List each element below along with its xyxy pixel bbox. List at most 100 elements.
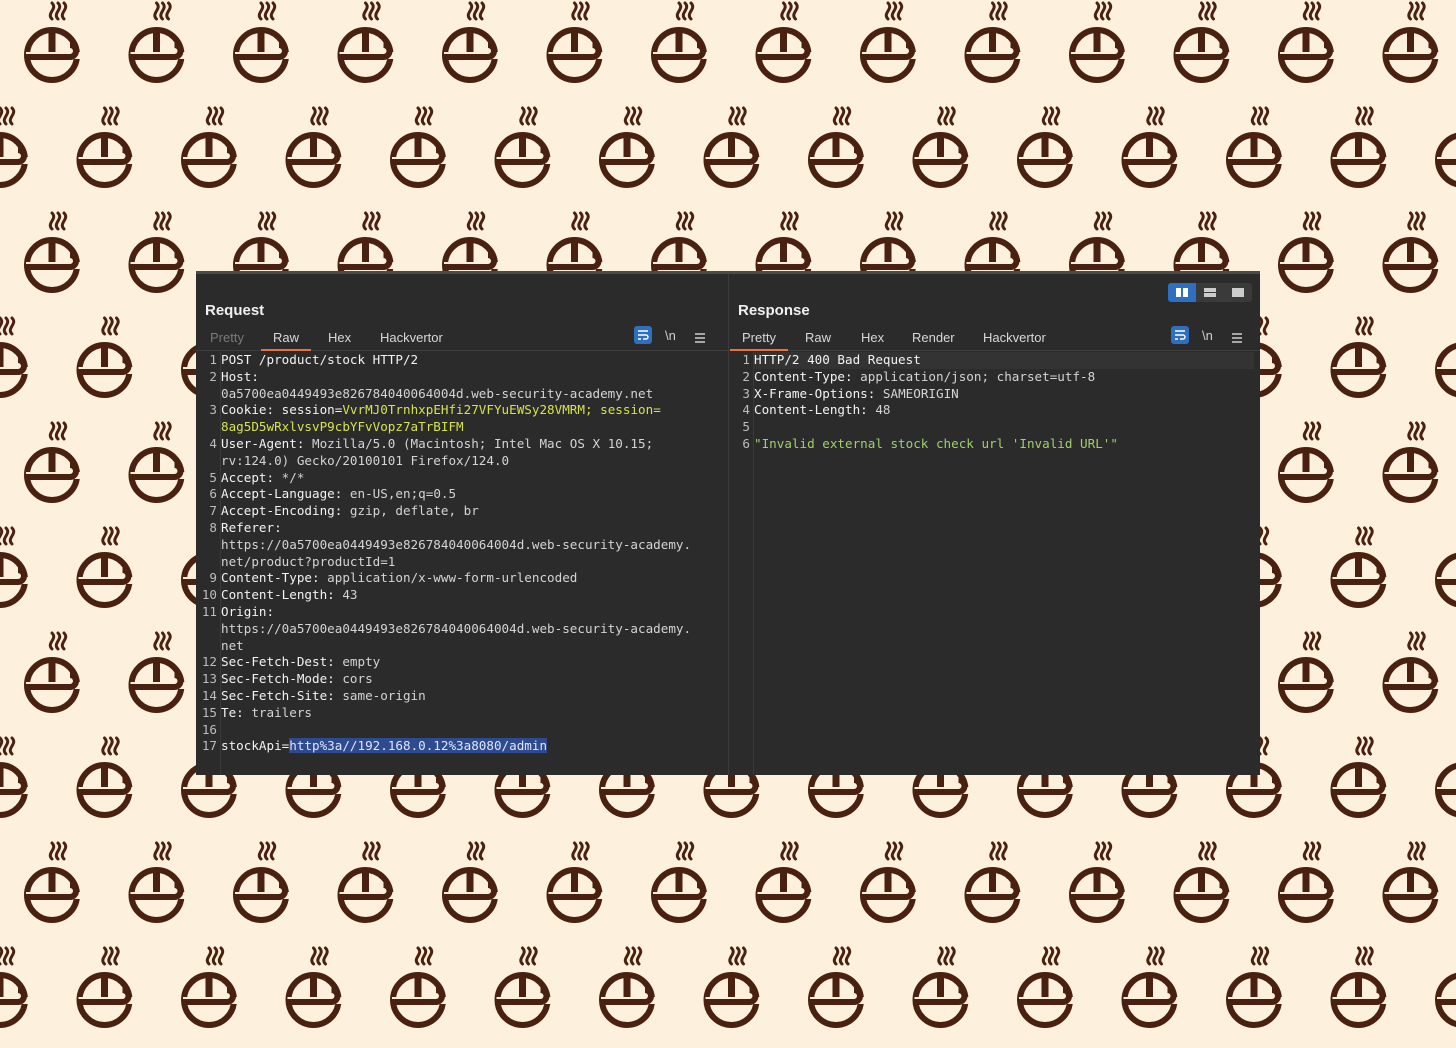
header-key: User-Agent: xyxy=(221,436,305,451)
header-value: en-US,en;q=0.5 xyxy=(342,486,457,502)
code-line: 1 HTTP/2 400 Bad Request xyxy=(729,352,1260,369)
line-number: 1 xyxy=(742,352,750,367)
coffee-cup-icon xyxy=(0,108,32,185)
response-newline-toggle[interactable]: \n xyxy=(1202,326,1213,346)
coffee-cup-icon xyxy=(966,3,1025,80)
word-wrap-icon[interactable] xyxy=(634,326,652,344)
coffee-cup-icon xyxy=(1123,948,1182,1025)
coffee-cup-icon xyxy=(25,3,84,80)
request-tab-pretty[interactable]: Pretty xyxy=(210,330,244,345)
header-value: empty xyxy=(334,654,381,670)
code-line: 5 xyxy=(729,419,1260,436)
coffee-cup-icon xyxy=(705,108,764,185)
coffee-cup-icon xyxy=(0,318,32,395)
header-key: Cookie: session= xyxy=(221,402,343,418)
coffee-cup-icon xyxy=(78,948,137,1025)
header-value: net xyxy=(221,637,244,653)
line-number: 7 xyxy=(209,503,217,519)
line-number: 5 xyxy=(742,419,750,435)
code-line: 11 Origin: xyxy=(196,604,728,621)
response-editor[interactable]: 1 HTTP/2 400 Bad Request 2 Content-Type: ap… xyxy=(729,352,1260,775)
coffee-cup-icon xyxy=(234,3,293,80)
code-line: 15 Te: trailers xyxy=(196,705,728,722)
coffee-cup-icon xyxy=(1070,843,1129,920)
header-value: VvrMJ0TrnhxpEHfi27VFYuEWSy28VMRM; sessio… xyxy=(342,402,661,418)
header-value: application/x-www-form-urlencoded xyxy=(319,570,578,586)
header-key: Origin: xyxy=(221,604,275,619)
header-value: rv:124.0) Gecko/20100101 Firefox/124.0 xyxy=(221,452,510,468)
single-pane-layout-icon[interactable] xyxy=(1224,283,1252,302)
coffee-cup-icon xyxy=(0,738,32,815)
header-value: 43 xyxy=(334,587,358,603)
header-value: SAMEORIGIN xyxy=(875,385,959,401)
coffee-cup-icon xyxy=(443,843,502,920)
coffee-cup-icon xyxy=(548,3,607,80)
stacked-layout-icon[interactable] xyxy=(1196,283,1224,302)
code-line: 8 Referer: xyxy=(196,520,728,537)
coffee-cup-icon xyxy=(1384,843,1443,920)
code-line: 3 X-Frame-Options: SAMEORIGIN xyxy=(729,386,1260,403)
request-tab-raw[interactable]: Raw xyxy=(260,330,312,351)
coffee-cup-icon xyxy=(600,948,659,1025)
code-line: net xyxy=(196,638,728,655)
header-key: Content-Type: xyxy=(221,570,320,586)
coffee-cup-icon xyxy=(234,843,293,920)
coffee-cup-icon xyxy=(861,843,920,920)
word-wrap-icon[interactable] xyxy=(1171,326,1189,344)
header-key: Accept-Encoding: xyxy=(221,503,343,519)
line-number: 11 xyxy=(201,604,217,619)
request-newline-toggle[interactable]: \n xyxy=(665,326,676,346)
coffee-cup-icon xyxy=(78,318,137,395)
coffee-cup-icon xyxy=(130,3,189,80)
request-title: Request xyxy=(205,302,265,319)
coffee-cup-icon xyxy=(1332,948,1391,1025)
layout-toggle xyxy=(1168,283,1252,302)
code-line: net/product?productId=1 xyxy=(196,554,728,571)
line-number: 1 xyxy=(209,352,217,367)
request-menu-icon[interactable] xyxy=(694,330,706,350)
coffee-cup-icon xyxy=(130,633,189,710)
coffee-cup-icon xyxy=(391,948,450,1025)
coffee-cup-icon xyxy=(496,108,555,185)
code-line: 17 stockApi=http%3a//192.168.0.12%3a8080/… xyxy=(196,738,728,755)
request-pane: Request Pretty Raw Hex Hackvertor \n 1 PO… xyxy=(196,274,728,775)
coffee-cup-icon xyxy=(78,528,137,605)
response-tab-pretty[interactable]: Pretty xyxy=(730,330,788,351)
code-line: 6 "Invalid external stock check url 'Inva… xyxy=(729,436,1260,453)
coffee-cup-icon xyxy=(652,3,711,80)
request-editor[interactable]: 1 POST /product/stock HTTP/2 2 Host: 0a5700e… xyxy=(196,352,728,775)
code-line: rv:124.0) Gecko/20100101 Firefox/124.0 xyxy=(196,453,728,470)
coffee-cup-icon xyxy=(1436,318,1456,395)
header-key: Referer: xyxy=(221,520,282,535)
header-key: Content-Length: xyxy=(754,402,868,418)
code-line: 2 Host: xyxy=(196,369,728,386)
coffee-cup-icon xyxy=(287,108,346,185)
coffee-cup-icon xyxy=(1332,738,1391,815)
response-tab-raw[interactable]: Raw xyxy=(805,330,831,345)
header-value: "Invalid external stock check url 'Inval… xyxy=(754,436,1118,451)
coffee-cup-icon xyxy=(1332,318,1391,395)
response-tab-render[interactable]: Render xyxy=(912,330,955,345)
response-tab-hex[interactable]: Hex xyxy=(861,330,884,345)
line-number: 16 xyxy=(201,721,217,737)
line-number: 6 xyxy=(742,436,750,451)
line-number: 4 xyxy=(742,402,750,418)
response-tab-hackvertor[interactable]: Hackvertor xyxy=(983,330,1046,345)
response-menu-icon[interactable] xyxy=(1231,330,1243,350)
header-key: Accept-Language: xyxy=(221,486,343,502)
coffee-cup-icon xyxy=(914,948,973,1025)
coffee-cup-icon xyxy=(25,843,84,920)
coffee-cup-icon xyxy=(0,948,32,1025)
coffee-cup-icon xyxy=(1018,108,1077,185)
line-number: 10 xyxy=(201,587,217,603)
request-tab-hackvertor[interactable]: Hackvertor xyxy=(380,330,443,345)
header-key: Content-Type: xyxy=(754,368,853,384)
coffee-cup-icon xyxy=(1384,3,1443,80)
line-number: 9 xyxy=(209,570,217,586)
coffee-cup-icon xyxy=(652,843,711,920)
coffee-cup-icon xyxy=(1436,528,1456,605)
request-tab-hex[interactable]: Hex xyxy=(328,330,351,345)
side-by-side-layout-icon[interactable] xyxy=(1168,283,1196,302)
code-line: 14 Sec-Fetch-Site: same-origin xyxy=(196,688,728,705)
header-value: gzip, deflate, br xyxy=(342,503,479,519)
